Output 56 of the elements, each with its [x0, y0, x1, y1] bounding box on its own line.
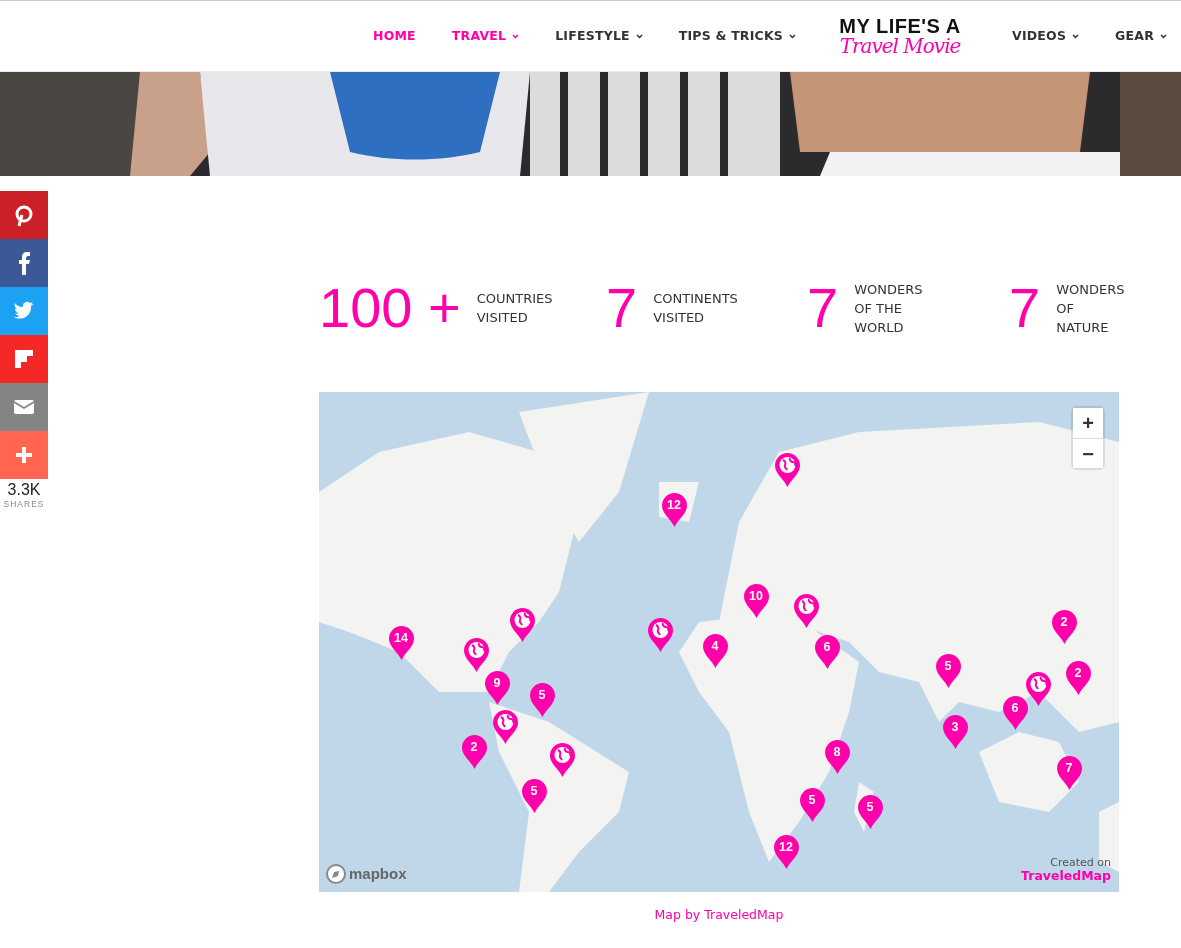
map-marker[interactable]: 8 — [823, 739, 851, 775]
map-pin-icon[interactable] — [792, 593, 820, 629]
stat-label: WONDERS OF NATURE — [1056, 280, 1125, 337]
map-marker[interactable]: 9 — [483, 670, 511, 706]
stat-number: 7 — [606, 280, 638, 336]
stat-number: 7 — [1009, 280, 1041, 336]
map-marker[interactable]: 5 — [798, 787, 826, 823]
site-logo[interactable]: MY LIFE'S A Travel Movie — [824, 16, 976, 56]
share-button[interactable] — [0, 191, 48, 239]
zoom-out-button[interactable]: − — [1073, 438, 1103, 468]
stat-number: 100 + — [319, 280, 461, 336]
nav-link[interactable]: LIFESTYLE — [555, 26, 643, 46]
map-marker[interactable]: 3 — [941, 714, 969, 750]
map-marker[interactable]: 7 — [1055, 755, 1083, 791]
share-count: 3.3K — [6, 482, 42, 498]
map-marker[interactable]: 2 — [1064, 660, 1092, 696]
map-marker[interactable]: 2 — [460, 734, 488, 770]
map-marker[interactable]: 6 — [813, 634, 841, 670]
nav-link[interactable]: TRAVEL — [451, 26, 520, 46]
map-pin-icon[interactable] — [1024, 671, 1052, 707]
map-marker[interactable]: 2 — [1050, 609, 1078, 645]
map-marker[interactable]: 14 — [387, 625, 415, 661]
stat-label: WONDERS OF THE WORLD — [854, 280, 923, 337]
nav-link[interactable]: GEAR — [1115, 26, 1167, 46]
created-on-label: Created on — [1050, 855, 1111, 869]
map-marker[interactable]: 6 — [1001, 695, 1029, 731]
provider-logo: mapbox — [349, 863, 407, 884]
creator-link[interactable]: TraveledMap — [1021, 869, 1111, 883]
map-marker[interactable]: 12 — [772, 834, 800, 870]
stat-label: CONTINENTS VISITED — [653, 290, 738, 327]
map-marker[interactable]: 5 — [520, 778, 548, 814]
map-marker[interactable]: 5 — [856, 794, 884, 830]
map-marker[interactable]: 4 — [701, 633, 729, 669]
map-pin-icon[interactable] — [773, 452, 801, 488]
map-credit-link[interactable]: Map by TraveledMap — [654, 907, 784, 922]
nav-link[interactable]: VIDEOS — [1012, 26, 1080, 46]
map-pin-icon[interactable] — [508, 607, 536, 643]
share-button[interactable] — [0, 335, 48, 383]
share-button[interactable] — [0, 383, 48, 431]
map-marker[interactable]: 5 — [528, 682, 556, 718]
map-pin-icon[interactable] — [646, 617, 674, 653]
flipboard-icon — [12, 347, 36, 371]
share-button[interactable] — [0, 431, 48, 479]
stat-label: COUNTRIES VISITED — [476, 290, 553, 327]
map-pin-icon[interactable] — [462, 637, 490, 673]
map-pin-icon[interactable] — [491, 709, 519, 745]
map-marker[interactable]: 10 — [742, 583, 770, 619]
nav-link[interactable]: TIPS & TRICKS — [678, 26, 796, 46]
map-marker[interactable]: 5 — [934, 653, 962, 689]
shares-label: SHARES — [2, 498, 46, 511]
share-button[interactable] — [0, 287, 48, 335]
map-marker[interactable]: 12 — [660, 492, 688, 528]
share-button[interactable] — [0, 239, 48, 287]
map-pin-icon[interactable] — [548, 742, 576, 778]
nav-link[interactable]: HOME — [372, 26, 416, 46]
stat-number: 7 — [807, 280, 839, 336]
